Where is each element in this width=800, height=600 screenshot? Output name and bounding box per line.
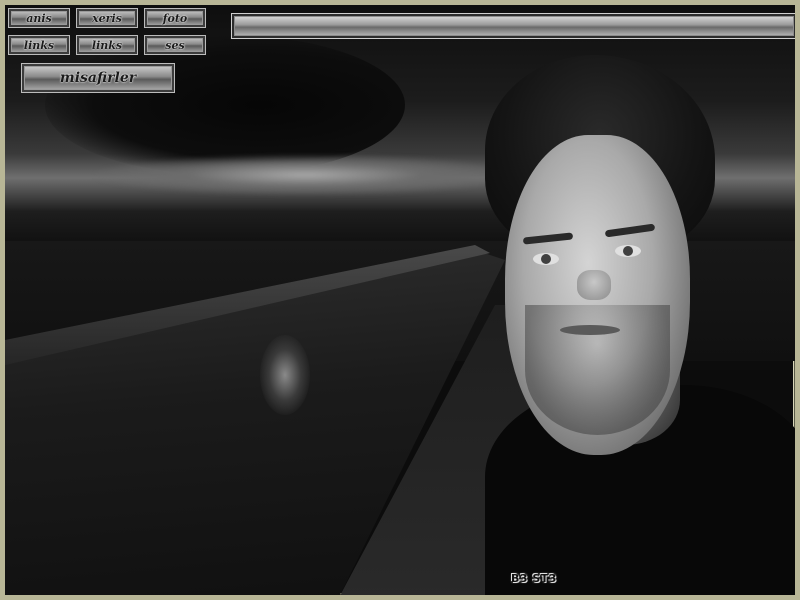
signature: B3 ST3 [511,572,557,585]
left-eyebrow [522,232,574,245]
title-bar [231,13,795,39]
nav-button-ses[interactable]: ses [144,35,206,55]
dark-cloud [45,35,405,175]
left-eye [533,253,559,265]
nav-button-anis[interactable]: anis [8,8,70,28]
guestbook-button[interactable]: misafirler [21,63,175,93]
right-eye [615,245,641,257]
nav-button-links-2[interactable]: links [76,35,138,55]
seawall-lamp [260,335,310,415]
right-eyebrow [604,223,656,238]
portrait [475,55,795,595]
page-frame: anis xeris foto links links ses misafirl… [0,0,800,600]
face [505,135,690,455]
mouth [560,325,620,335]
nose [577,270,611,300]
nav-button-xeris[interactable]: xeris [76,8,138,28]
nav-button-links-1[interactable]: links [8,35,70,55]
nav-button-foto[interactable]: foto [144,8,206,28]
horizon-light [95,155,515,195]
